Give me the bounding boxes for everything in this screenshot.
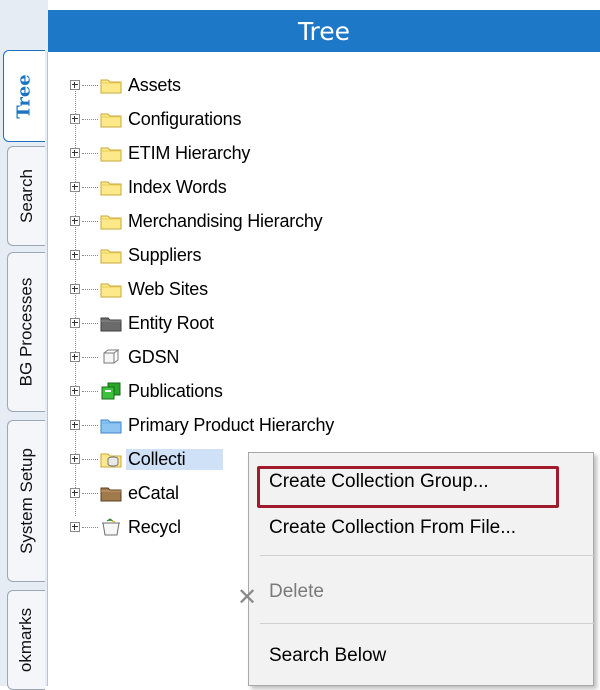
expand-icon[interactable] bbox=[70, 250, 80, 260]
dark-folder-icon bbox=[100, 314, 122, 332]
tree-connector bbox=[82, 152, 98, 154]
tab-system-setup[interactable]: System Setup bbox=[7, 420, 45, 582]
tree-node-label: Primary Product Hierarchy bbox=[128, 414, 335, 435]
expand-icon[interactable] bbox=[70, 352, 80, 362]
blue-folder-icon bbox=[100, 416, 122, 434]
page-title: Tree bbox=[297, 16, 351, 46]
expand-icon[interactable] bbox=[70, 80, 80, 90]
expand-icon[interactable] bbox=[70, 522, 80, 532]
tree-node-etim-hierarchy[interactable]: ETIM Hierarchy bbox=[64, 138, 584, 168]
tree-node-label: Merchandising Hierarchy bbox=[128, 210, 323, 231]
tab-bg-processes[interactable]: BG Processes bbox=[7, 252, 45, 412]
tree-node-label: GDSN bbox=[128, 346, 180, 367]
folder-icon bbox=[100, 212, 122, 230]
expand-icon[interactable] bbox=[70, 216, 80, 226]
tree-connector bbox=[82, 356, 98, 358]
menu-item-create-collection-group[interactable]: Create Collection Group... bbox=[269, 471, 489, 493]
tree-node-suppliers[interactable]: Suppliers bbox=[64, 240, 584, 270]
tree-node-label: ETIM Hierarchy bbox=[128, 142, 251, 163]
tree-node-publications[interactable]: Publications bbox=[64, 376, 584, 406]
menu-separator bbox=[260, 555, 594, 556]
tab-bookmarks[interactable]: okmarks bbox=[7, 590, 45, 690]
folder-icon bbox=[100, 144, 122, 162]
tree-connector bbox=[82, 288, 98, 290]
menu-item-search-below[interactable]: Search Below bbox=[269, 645, 386, 667]
tab-tree[interactable]: Tree bbox=[3, 50, 45, 142]
expand-icon[interactable] bbox=[70, 454, 80, 464]
folder-icon bbox=[100, 246, 122, 264]
tree-connector bbox=[82, 118, 98, 120]
expand-icon[interactable] bbox=[70, 182, 80, 192]
expand-icon[interactable] bbox=[70, 318, 80, 328]
tree-node-label: Publications bbox=[128, 380, 223, 401]
recycle-bin-icon bbox=[100, 518, 122, 536]
expand-icon[interactable] bbox=[70, 420, 80, 430]
tree-node-assets[interactable]: Assets bbox=[64, 70, 584, 100]
expand-icon[interactable] bbox=[70, 148, 80, 158]
tab-system-setup-label: System Setup bbox=[16, 448, 36, 554]
tree-connector bbox=[82, 424, 98, 426]
tab-tree-label: Tree bbox=[14, 73, 36, 119]
menu-item-create-collection-from-file[interactable]: Create Collection From File... bbox=[269, 517, 516, 539]
publications-icon bbox=[100, 382, 122, 400]
tree-node-label: eCatal bbox=[128, 482, 179, 503]
menu-item-label: Search Below bbox=[269, 645, 387, 666]
tree-node-configurations[interactable]: Configurations bbox=[64, 104, 584, 134]
folder-icon bbox=[100, 178, 122, 196]
tab-bg-processes-label: BG Processes bbox=[16, 277, 36, 387]
tree-connector bbox=[82, 526, 98, 528]
tree-connector bbox=[82, 322, 98, 324]
tree-node-label: Suppliers bbox=[128, 244, 202, 265]
collection-icon bbox=[100, 450, 122, 468]
folder-icon bbox=[100, 76, 122, 94]
cube-icon bbox=[100, 348, 122, 366]
tree-node-label: Recycl bbox=[128, 516, 181, 537]
tree-connector bbox=[82, 186, 98, 188]
tree-node-label: Index Words bbox=[128, 176, 227, 197]
tree-connector bbox=[82, 458, 98, 460]
tree-connector bbox=[82, 390, 98, 392]
tree-connector bbox=[82, 492, 98, 494]
tree-node-label: Assets bbox=[128, 74, 181, 95]
expand-icon[interactable] bbox=[70, 386, 80, 396]
pane-divider bbox=[47, 52, 48, 686]
menu-item-label: Create Collection From File... bbox=[269, 517, 517, 538]
tree-node-label: Collecti bbox=[126, 448, 224, 470]
expand-icon[interactable] bbox=[70, 488, 80, 498]
folder-icon bbox=[100, 280, 122, 298]
side-tab-strip: Tree Search BG Processes System Setup ok… bbox=[0, 0, 48, 690]
catalog-folder-icon bbox=[100, 484, 122, 502]
tree-node-entity-root[interactable]: Entity Root bbox=[64, 308, 584, 338]
tree-node-primary-product-hierarchy[interactable]: Primary Product Hierarchy bbox=[64, 410, 584, 440]
menu-separator bbox=[260, 623, 594, 624]
tree-node-web-sites[interactable]: Web Sites bbox=[64, 274, 584, 304]
pane-header: Tree bbox=[48, 10, 600, 52]
tree-connector bbox=[82, 84, 98, 86]
tab-bookmarks-label: okmarks bbox=[16, 607, 36, 673]
tree-node-index-words[interactable]: Index Words bbox=[64, 172, 584, 202]
delete-x-icon: ✕ bbox=[237, 584, 258, 611]
expand-icon[interactable] bbox=[70, 284, 80, 294]
tree-node-merchandising-hierarchy[interactable]: Merchandising Hierarchy bbox=[64, 206, 584, 236]
tree-node-gdsn[interactable]: GDSN bbox=[64, 342, 584, 372]
expand-icon[interactable] bbox=[70, 114, 80, 124]
tree-node-label: Configurations bbox=[128, 108, 242, 129]
context-menu: Create Collection Group... Create Collec… bbox=[237, 452, 594, 686]
menu-item-delete[interactable]: ✕ Delete bbox=[237, 581, 324, 611]
tree-connector bbox=[82, 254, 98, 256]
tab-search-label: Search bbox=[16, 169, 36, 223]
folder-icon bbox=[100, 110, 122, 128]
tab-search[interactable]: Search bbox=[7, 146, 45, 246]
tree-node-label: Entity Root bbox=[128, 312, 214, 333]
tree-connector bbox=[82, 220, 98, 222]
menu-item-label: Create Collection Group... bbox=[269, 471, 489, 492]
menu-item-label: Delete bbox=[269, 581, 324, 602]
tree-node-label: Web Sites bbox=[128, 278, 208, 299]
